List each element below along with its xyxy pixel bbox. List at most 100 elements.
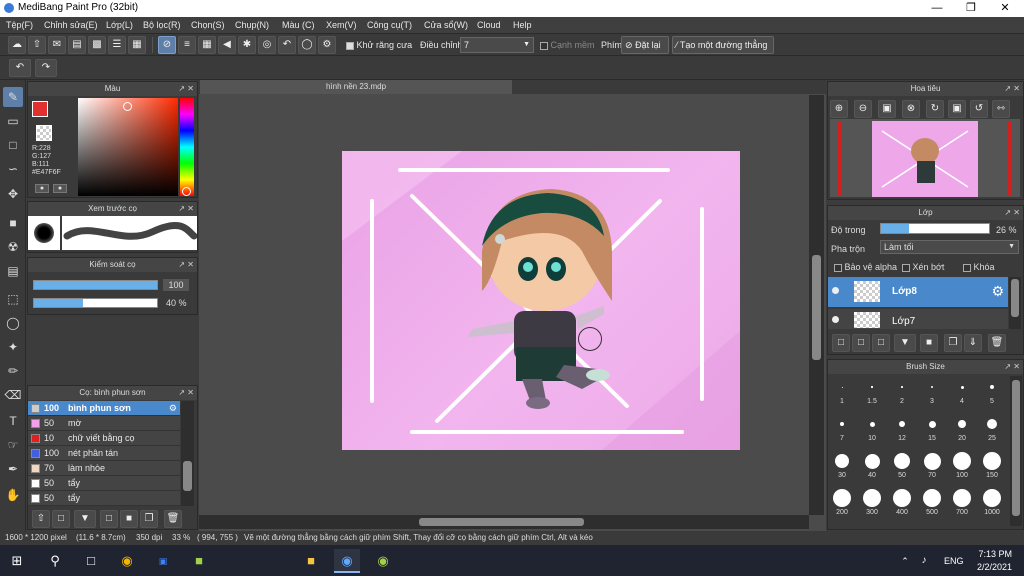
menu-view[interactable]: Xem(V) (326, 20, 357, 30)
brush-item[interactable]: 10 chữ viết bằng cọ (28, 431, 180, 446)
perspective-snap-icon[interactable]: ◀ (218, 36, 236, 54)
brush-size-option[interactable]: 500 (921, 487, 943, 516)
zoom-out-icon[interactable]: ⊖ (854, 100, 872, 118)
restore-icon[interactable]: ❐ (954, 0, 988, 17)
select-pen-icon[interactable]: ✏ (3, 361, 23, 381)
brush-size-option[interactable]: 150 (981, 450, 1003, 479)
eyedropper-small-icon[interactable]: ● (35, 184, 49, 193)
swap-color-icon[interactable]: ● (53, 184, 67, 193)
brush-size-option[interactable]: 1.5 (861, 376, 883, 405)
menu-select[interactable]: Chọn(S) (191, 20, 225, 30)
saturation-value-picker[interactable] (78, 98, 178, 196)
brush-size-option[interactable]: 7 (831, 413, 853, 442)
brush-list-scrollbar[interactable] (181, 401, 194, 506)
comment-icon[interactable]: ✉ (48, 36, 66, 54)
brush-item[interactable]: 100 bình phun sơn ⚙ (28, 401, 180, 416)
hand-tool-icon[interactable]: ✋ (3, 485, 23, 505)
brush-item[interactable]: 50 tẩy (28, 491, 180, 506)
language-indicator[interactable]: ENG (944, 556, 964, 566)
rotate-back-icon[interactable]: ↺ (970, 100, 988, 118)
soft-edge-checkbox[interactable] (540, 41, 548, 50)
brush-size-option[interactable]: 25 (981, 413, 1003, 442)
document-icon[interactable]: ▩ (88, 36, 106, 54)
brush-size-option[interactable]: 50 (891, 450, 913, 479)
menu-edit[interactable]: Chỉnh sửa(E) (44, 20, 98, 30)
brush-size-option[interactable]: 30 (831, 450, 853, 479)
blend-mode-select[interactable]: Làm tối ▼ (880, 240, 1019, 254)
menu-capture[interactable]: Chụp(N) (235, 20, 269, 30)
grid-icon[interactable]: ▦ (128, 36, 146, 54)
curve-snap-icon[interactable]: ↶ (278, 36, 296, 54)
brush-size-option[interactable]: 40 (861, 450, 883, 479)
menu-filter[interactable]: Bộ lọc(R) (143, 20, 181, 30)
circle-snap-icon[interactable]: ◎ (258, 36, 276, 54)
minimize-icon[interactable]: — (920, 0, 954, 17)
brush-size-slider[interactable] (33, 280, 158, 290)
brush-item[interactable]: 50 tẩy (28, 476, 180, 491)
correction-select[interactable]: 7 ▼ (460, 37, 534, 53)
primary-color-swatch[interactable] (32, 101, 48, 117)
app-taskbar-icon[interactable]: ◉ (370, 549, 396, 573)
reset-button[interactable]: ⊘ Đặt lại (621, 36, 669, 54)
layer-scrollbar[interactable] (1009, 277, 1021, 329)
brush-opacity-slider[interactable] (33, 298, 158, 308)
brush-size-option[interactable]: 1000 (981, 487, 1003, 516)
brush-size-value[interactable]: 100 (163, 279, 189, 291)
protect-alpha-checkbox[interactable] (834, 263, 842, 272)
task-view-icon[interactable]: □ (78, 549, 104, 573)
menu-cloud[interactable]: Cloud (477, 20, 501, 30)
antialias-checkbox[interactable] (346, 41, 354, 50)
menu-window[interactable]: Cửa sổ(W) (424, 20, 468, 30)
fit-icon[interactable]: ▣ (878, 100, 896, 118)
brush-size-option[interactable]: 20 (951, 413, 973, 442)
clipping-checkbox[interactable] (902, 263, 910, 272)
panel-close-icon[interactable]: ↗ ✕ (178, 82, 194, 96)
bucket-tool-icon[interactable]: ☢ (3, 237, 23, 257)
duplicate-icon[interactable]: ❐ (140, 510, 158, 528)
navigator-preview[interactable] (830, 119, 1020, 197)
eye-icon[interactable] (832, 287, 839, 294)
trash-icon[interactable]: 🗑 (164, 510, 182, 528)
game-app-icon[interactable]: ■ (186, 549, 212, 573)
menu-file[interactable]: Tệp(F) (6, 20, 33, 30)
parallel-snap-icon[interactable]: ≡ (178, 36, 196, 54)
file-explorer-icon[interactable]: ■ (298, 549, 324, 573)
brush-menu-icon[interactable]: ▼ (74, 510, 96, 528)
artwork-canvas[interactable] (342, 151, 740, 450)
panel-close-icon[interactable]: ↗ ✕ (1004, 360, 1020, 374)
windows-start-icon[interactable]: ⊞ (4, 549, 30, 573)
undo-icon[interactable]: ↶ (9, 59, 31, 77)
menu-help[interactable]: Help (513, 20, 532, 30)
gear-icon[interactable]: ⚙ (991, 283, 1004, 300)
volume-icon[interactable]: ♪ (916, 549, 932, 573)
hue-slider[interactable] (180, 98, 194, 196)
gear-icon[interactable]: ⚙ (169, 401, 177, 416)
chevron-up-icon[interactable]: ⌃ (898, 549, 912, 573)
panel-close-icon[interactable]: ↗ ✕ (178, 202, 194, 216)
panel-close-icon[interactable]: ↗ ✕ (1004, 82, 1020, 96)
new-brush-icon[interactable]: □ (52, 510, 70, 528)
brush-size-option[interactable]: 700 (951, 487, 973, 516)
panel-close-icon[interactable]: ↗ ✕ (1004, 206, 1020, 220)
brush-size-option[interactable]: 5 (981, 376, 1003, 405)
new-8bit-layer-icon[interactable]: □ (872, 334, 890, 352)
folder-icon[interactable]: ■ (120, 510, 138, 528)
share-icon[interactable]: ⇧ (28, 36, 46, 54)
canvas-hscroll[interactable] (199, 515, 809, 529)
list-icon[interactable]: ☰ (108, 36, 126, 54)
layer-menu-icon[interactable]: ▼ (894, 334, 916, 352)
brush-size-option[interactable]: 12 (891, 413, 913, 442)
panel-close-icon[interactable]: ↗ ✕ (178, 386, 194, 400)
duplicate-layer-icon[interactable]: ❐ (944, 334, 962, 352)
delete-layer-icon[interactable]: 🗑 (988, 334, 1006, 352)
select-eraser-icon[interactable]: ⌫ (3, 385, 23, 405)
reset-view-icon[interactable]: ▣ (948, 100, 966, 118)
text-tool-icon[interactable]: T (3, 411, 23, 431)
brush-size-option[interactable]: 10 (861, 413, 883, 442)
canvas-vscroll[interactable] (809, 95, 824, 515)
brush-size-option[interactable]: 1 (831, 376, 853, 405)
brush-size-option[interactable]: 70 (921, 450, 943, 479)
brush-item[interactable]: 100 nét phân tán (28, 446, 180, 461)
brush-size-option[interactable]: 400 (891, 487, 913, 516)
brush-size-option[interactable]: 300 (861, 487, 883, 516)
